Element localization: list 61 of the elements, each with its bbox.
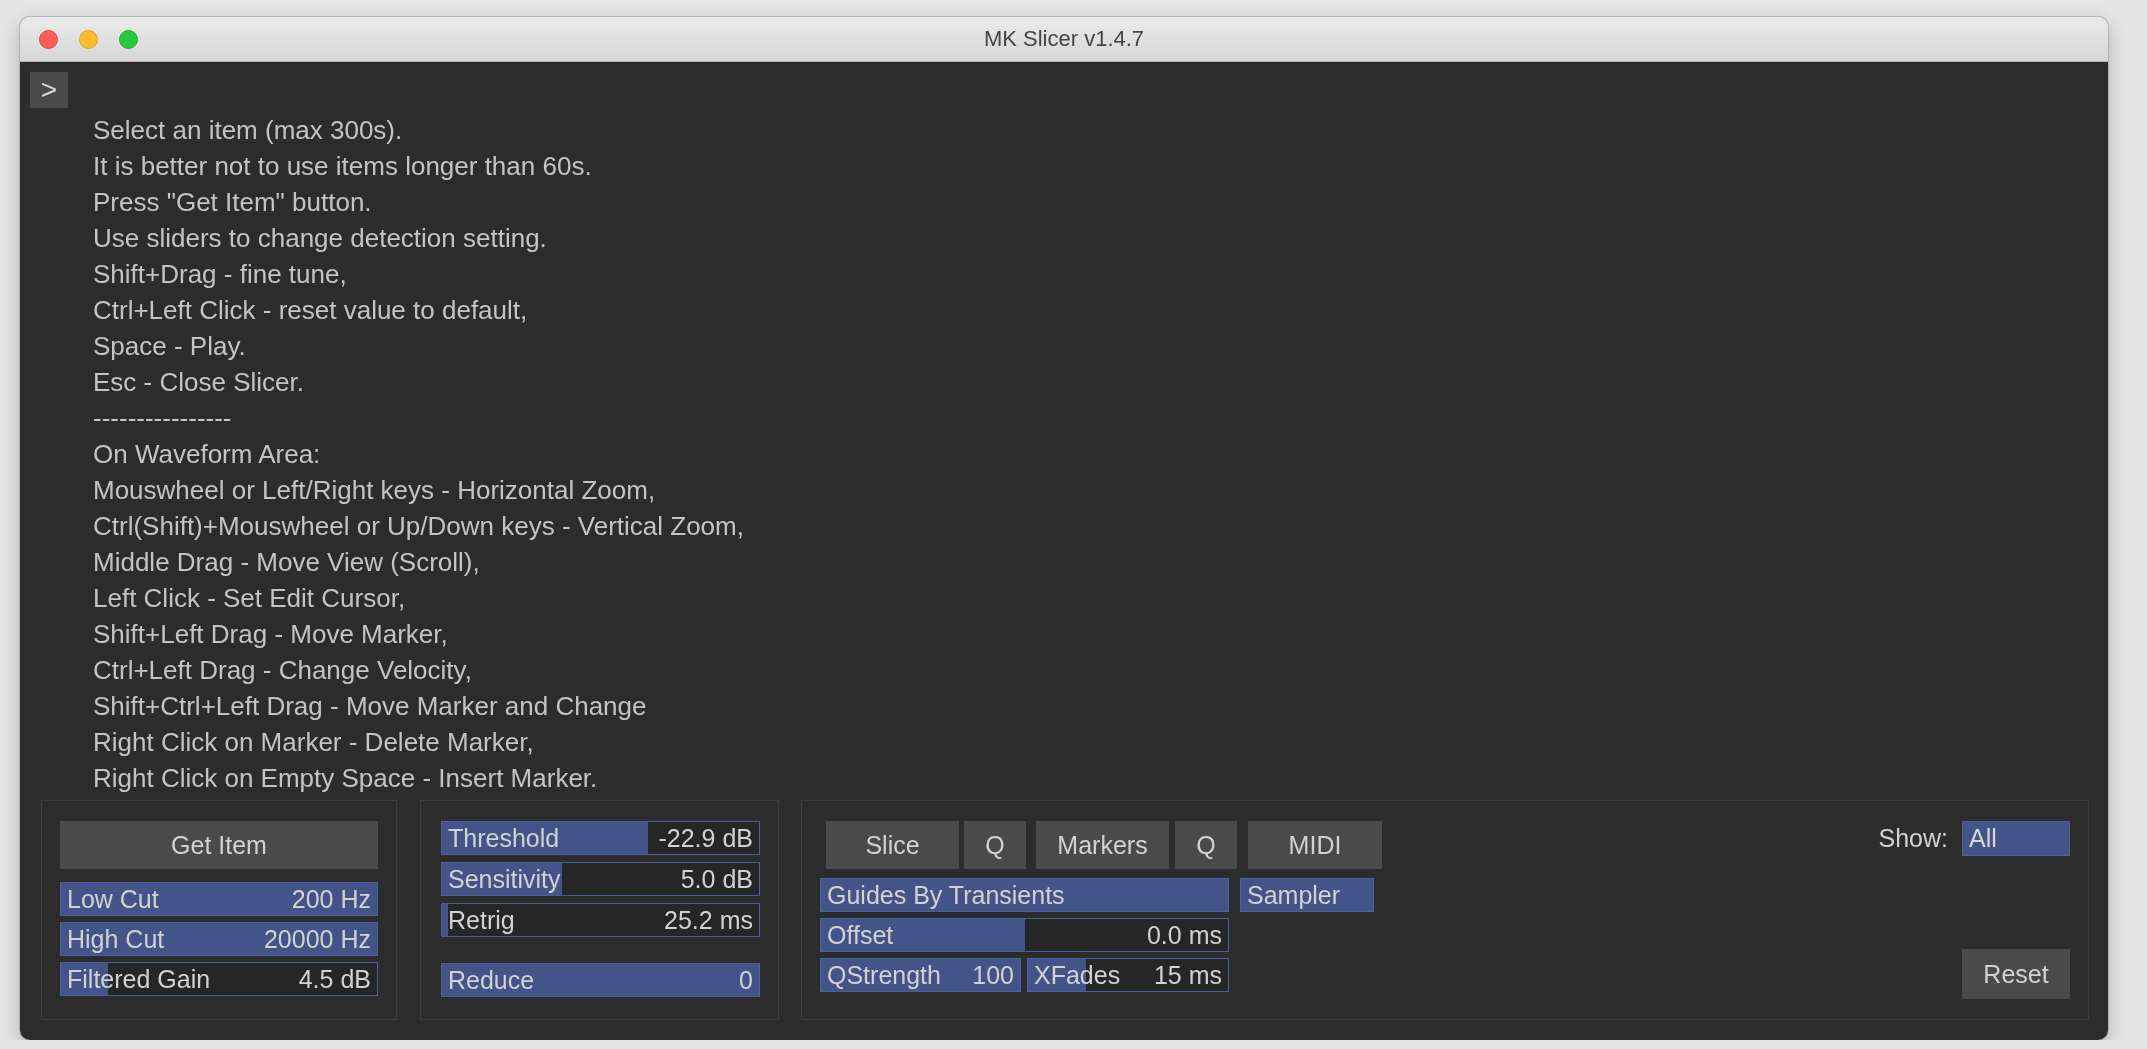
- slider-value: -22.9 dB: [658, 825, 753, 851]
- slider-label: Retrig: [448, 907, 515, 933]
- help-text-line: Shift+Drag - fine tune,: [93, 258, 347, 291]
- zoom-icon[interactable]: [119, 29, 138, 49]
- slider-label: Sensitivity: [448, 866, 561, 892]
- help-text-line: Ctrl+Left Click - reset value to default,: [93, 294, 528, 327]
- toolbar-button[interactable]: Markers: [1036, 821, 1169, 869]
- toggle-button[interactable]: Guides By Transients: [820, 878, 1229, 912]
- help-text-line: Shift+Ctrl+Left Drag - Move Marker and Change: [93, 690, 647, 723]
- help-text-line: Right Click on Empty Space - Insert Marker.: [93, 762, 598, 795]
- slider[interactable]: Retrig 25.2 ms: [441, 903, 760, 937]
- slider[interactable]: High Cut 20000 Hz: [60, 922, 378, 956]
- help-text-line: Middle Drag - Move View (Scroll),: [93, 546, 480, 579]
- slider[interactable]: Offset 0.0 ms: [820, 918, 1229, 952]
- minimize-icon[interactable]: [79, 29, 98, 49]
- slider-value: 20000 Hz: [263, 926, 371, 952]
- toolbar-button[interactable]: Q: [964, 821, 1026, 869]
- slider-value: 4.5 dB: [298, 966, 371, 992]
- help-text-line: Press "Get Item" button.: [93, 186, 372, 219]
- slider-label: Reduce: [448, 967, 535, 993]
- expand-button[interactable]: >: [30, 72, 68, 108]
- slider[interactable]: QStrength 100: [820, 958, 1021, 992]
- help-text-line: Space - Play.: [93, 330, 246, 363]
- window-title: MK Slicer v1.4.7: [983, 26, 1145, 52]
- slider-value: 200 Hz: [291, 886, 371, 912]
- slider[interactable]: Reduce 0: [441, 963, 760, 997]
- slider[interactable]: Low Cut 200 Hz: [60, 882, 378, 916]
- toolbar-button[interactable]: Slice: [826, 821, 959, 869]
- toolbar-button[interactable]: MIDI: [1248, 821, 1382, 869]
- slider-label: Offset: [827, 922, 894, 948]
- get-item-button[interactable]: Get Item: [60, 821, 378, 869]
- help-text-line: Mouswheel or Left/Right keys - Horizontal Zoom,: [93, 474, 656, 507]
- show-dropdown[interactable]: All: [1962, 821, 2070, 856]
- help-text-line: It is better not to use items longer than 60s.: [93, 150, 592, 183]
- slider-label: Threshold: [448, 825, 560, 851]
- help-text-line: Ctrl(Shift)+Mouswheel or Up/Down keys - Vertical Zoom,: [93, 510, 744, 543]
- slider[interactable]: Sensitivity 5.0 dB: [441, 862, 760, 896]
- show-label: Show:: [1878, 824, 1948, 853]
- toolbar-button[interactable]: Q: [1175, 821, 1237, 869]
- slider-label: Low Cut: [67, 886, 159, 912]
- slider-label: QStrength: [827, 962, 941, 988]
- slider-value: 0: [739, 967, 753, 993]
- slider[interactable]: Threshold -22.9 dB: [441, 821, 760, 855]
- help-text-line: Use sliders to change detection setting.: [93, 222, 547, 255]
- slider-value: 0.0 ms: [1146, 922, 1222, 948]
- help-text-line: On Waveform Area:: [93, 438, 321, 471]
- slider-value: 25.2 ms: [664, 907, 753, 933]
- slider-label: High Cut: [67, 926, 165, 952]
- slider-value: 5.0 dB: [680, 866, 753, 892]
- close-icon[interactable]: [39, 29, 58, 49]
- help-text-line: Shift+Left Drag - Move Marker,: [93, 618, 448, 651]
- slider-value: 15 ms: [1153, 962, 1222, 988]
- help-text-line: Right Click on Marker - Delete Marker,: [93, 726, 534, 759]
- reset-button[interactable]: Reset: [1962, 949, 2070, 999]
- help-text-line: Left Click - Set Edit Cursor,: [93, 582, 406, 615]
- help-text-line: ----------------: [93, 402, 232, 435]
- slider-value: 100: [972, 962, 1014, 988]
- help-text-line: Ctrl+Left Drag - Change Velocity,: [93, 654, 472, 687]
- help-text-line: Esc - Close Slicer.: [93, 366, 304, 399]
- help-text-line: Select an item (max 300s).: [93, 114, 403, 147]
- toggle-button[interactable]: Sampler: [1240, 878, 1374, 912]
